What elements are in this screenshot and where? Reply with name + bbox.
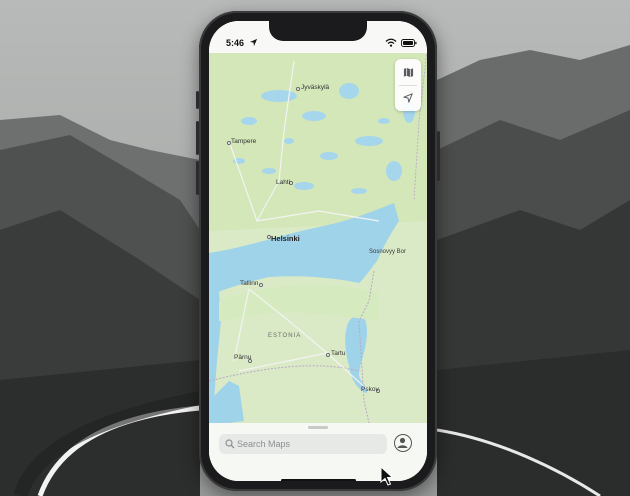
search-input[interactable]: Search Maps <box>237 439 290 449</box>
account-avatar-button[interactable] <box>394 434 412 452</box>
map-label-jyvaskyla[interactable]: Jyväskylä <box>301 84 329 91</box>
search-bar[interactable]: Search Maps <box>219 434 387 454</box>
map-label-helsinki[interactable]: Helsinki <box>271 234 300 243</box>
sheet-grabber[interactable] <box>308 426 328 429</box>
location-services-icon <box>249 38 258 47</box>
home-indicator[interactable] <box>281 479 356 481</box>
map-label-pskov[interactable]: Pskov <box>361 386 379 393</box>
map-label-lahti[interactable]: Lahti <box>276 179 290 186</box>
map-controls <box>395 59 421 111</box>
map-label-parnu[interactable]: Pärnu <box>234 354 251 361</box>
map-mode-button[interactable] <box>395 59 421 85</box>
map-label-tampere[interactable]: Tampere <box>231 138 256 145</box>
status-time: 5:46 <box>226 38 245 48</box>
mouse-cursor-icon <box>380 466 394 486</box>
locate-button[interactable] <box>395 85 421 111</box>
battery-icon <box>401 39 417 47</box>
status-bar: 5:46 <box>209 21 427 53</box>
wifi-icon <box>385 38 397 47</box>
map-label-tartu[interactable]: Tartu <box>331 350 345 357</box>
map-icon <box>403 67 413 77</box>
map-label-sosnovy-bor[interactable]: Sosnovyy Bor <box>369 249 406 255</box>
search-sheet[interactable]: Search Maps <box>209 423 427 481</box>
search-icon <box>225 439 235 449</box>
notch <box>269 21 367 41</box>
city-dot-tallinn <box>259 283 263 287</box>
phone-screen: Jyväskylä Tampere Lahti Helsinki Sosnovy… <box>209 21 427 481</box>
map-label-tallinn[interactable]: Tallinn <box>240 280 258 287</box>
city-dot-jyvaskyla <box>296 87 300 91</box>
map-label-estonia[interactable]: ESTONIA <box>268 333 301 339</box>
phone-frame: Jyväskylä Tampere Lahti Helsinki Sosnovy… <box>196 11 440 491</box>
city-dot-tartu <box>326 353 330 357</box>
user-icon <box>397 437 408 448</box>
location-arrow-icon <box>403 93 413 103</box>
